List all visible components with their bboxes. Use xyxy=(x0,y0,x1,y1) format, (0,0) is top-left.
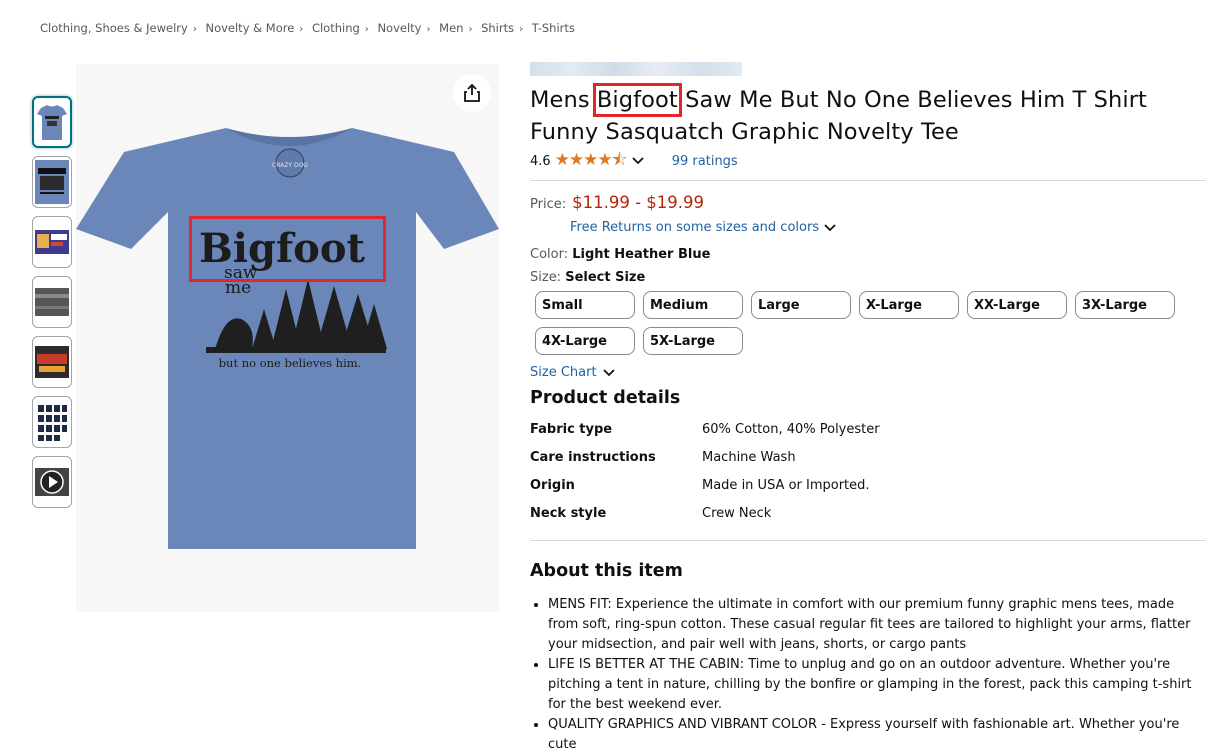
detail-key: Fabric type xyxy=(530,422,613,437)
chevron-down-icon xyxy=(602,366,615,380)
product-details-table: Fabric type 60% Cotton, 40% Polyester Ca… xyxy=(530,422,1206,534)
title-part: Mens xyxy=(530,87,597,113)
breadcrumb-item[interactable]: Shirts xyxy=(481,21,514,35)
about-bullet: MENS FIT: Experience the ultimate in com… xyxy=(548,595,1200,655)
shirt-illustration: CRAZY DOG Bigfoot saw me but no one beli… xyxy=(76,64,499,612)
thumbnail-fabric[interactable] xyxy=(32,276,72,328)
size-chart-link[interactable]: Size Chart xyxy=(530,365,1206,380)
rating-value: 4.6 xyxy=(530,153,551,169)
thumbnail-lifestyle[interactable] xyxy=(32,336,72,388)
thumbnail-brand-banner[interactable] xyxy=(32,216,72,268)
size-option-medium[interactable]: Medium xyxy=(643,291,743,319)
image-highlight-box xyxy=(189,216,386,282)
about-bullet: LIFE IS BETTER AT THE CABIN: Time to unp… xyxy=(548,655,1200,715)
detail-key: Neck style xyxy=(530,506,607,521)
detail-row: Origin Made in USA or Imported. xyxy=(530,478,1206,506)
detail-row: Care instructions Machine Wash xyxy=(530,450,1206,478)
thumbnail-size-grid[interactable] xyxy=(32,396,72,448)
brand-badge: CRAZY DOG xyxy=(272,162,308,169)
free-returns-text: Free Returns on some sizes and colors xyxy=(570,220,820,235)
size-option-5x-large[interactable]: 5X-Large xyxy=(643,327,743,355)
detail-value: Made in USA or Imported. xyxy=(702,478,870,493)
thumbnail-list xyxy=(32,96,72,516)
divider xyxy=(530,180,1206,181)
price-value: $11.99 - $19.99 xyxy=(572,193,705,212)
shirt-print-bottom: but no one believes him. xyxy=(219,356,362,370)
detail-value: 60% Cotton, 40% Polyester xyxy=(702,422,880,437)
share-icon xyxy=(464,83,480,102)
size-option-3x-large[interactable]: 3X-Large xyxy=(1075,291,1175,319)
breadcrumb-separator: › xyxy=(468,24,473,35)
about-bullet: QUALITY GRAPHICS AND VIBRANT COLOR - Exp… xyxy=(548,715,1200,748)
size-option-4x-large[interactable]: 4X-Large xyxy=(535,327,635,355)
breadcrumb-item[interactable]: Men xyxy=(439,21,463,35)
breadcrumb-separator: › xyxy=(192,24,197,35)
size-option-x-large[interactable]: X-Large xyxy=(859,291,959,319)
product-title: Mens Bigfoot Saw Me But No One Believes … xyxy=(530,83,1206,148)
free-returns-link[interactable]: Free Returns on some sizes and colors xyxy=(570,220,1206,235)
thumbnail-graphic-closeup[interactable] xyxy=(32,156,72,208)
product-details-heading: Product details xyxy=(530,388,681,408)
detail-value: Crew Neck xyxy=(702,506,772,521)
size-value: Select Size xyxy=(565,270,646,285)
chevron-down-icon[interactable] xyxy=(632,154,644,168)
size-options: Small Medium Large X-Large XX-Large 3X-L… xyxy=(535,291,1185,363)
thumbnail-shirt-front[interactable] xyxy=(32,96,72,148)
thumbnail-video[interactable] xyxy=(32,456,72,508)
size-label: Size: xyxy=(530,270,562,285)
size-option-small[interactable]: Small xyxy=(535,291,635,319)
detail-row: Fabric type 60% Cotton, 40% Polyester xyxy=(530,422,1206,450)
color-value: Light Heather Blue xyxy=(572,247,711,262)
breadcrumb-separator: › xyxy=(299,24,304,35)
price-label: Price: xyxy=(530,197,567,212)
rating-row: 4.6 ★★★★⯪ 99 ratings xyxy=(530,150,1206,172)
divider xyxy=(530,540,1206,541)
share-button[interactable] xyxy=(453,74,491,112)
detail-row: Neck style Crew Neck xyxy=(530,506,1206,534)
breadcrumb-separator: › xyxy=(519,24,524,35)
color-label: Color: xyxy=(530,247,569,262)
breadcrumb-item[interactable]: Novelty xyxy=(377,21,421,35)
store-link[interactable] xyxy=(530,62,742,76)
price-row: Price: $11.99 - $19.99 xyxy=(530,193,1206,212)
detail-value: Machine Wash xyxy=(702,450,796,465)
detail-key: Care instructions xyxy=(530,450,656,465)
size-chart-text: Size Chart xyxy=(530,365,597,380)
star-rating-icon[interactable]: ★★★★⯪ xyxy=(555,147,628,176)
size-option-large[interactable]: Large xyxy=(751,291,851,319)
detail-key: Origin xyxy=(530,478,575,493)
size-row: Size: Select Size xyxy=(530,270,1206,286)
breadcrumb-separator: › xyxy=(364,24,369,35)
size-option-xx-large[interactable]: XX-Large xyxy=(967,291,1067,319)
breadcrumb-separator: › xyxy=(426,24,431,35)
product-info: Mens Bigfoot Saw Me But No One Believes … xyxy=(530,62,1206,748)
color-row: Color: Light Heather Blue xyxy=(530,247,1206,263)
ratings-count-link[interactable]: 99 ratings xyxy=(672,154,738,169)
breadcrumb-item[interactable]: Clothing, Shoes & Jewelry xyxy=(40,21,188,35)
main-product-image[interactable]: CRAZY DOG Bigfoot saw me but no one beli… xyxy=(76,64,499,612)
breadcrumb: Clothing, Shoes & Jewelry › Novelty & Mor… xyxy=(40,21,575,35)
breadcrumb-item[interactable]: T-Shirts xyxy=(532,21,575,35)
about-heading: About this item xyxy=(530,561,683,581)
chevron-down-icon xyxy=(824,221,836,235)
breadcrumb-item[interactable]: Novelty & More xyxy=(205,21,294,35)
title-highlight: Bigfoot xyxy=(592,83,682,117)
breadcrumb-item[interactable]: Clothing xyxy=(312,21,360,35)
about-bullets: MENS FIT: Experience the ultimate in com… xyxy=(530,595,1200,748)
